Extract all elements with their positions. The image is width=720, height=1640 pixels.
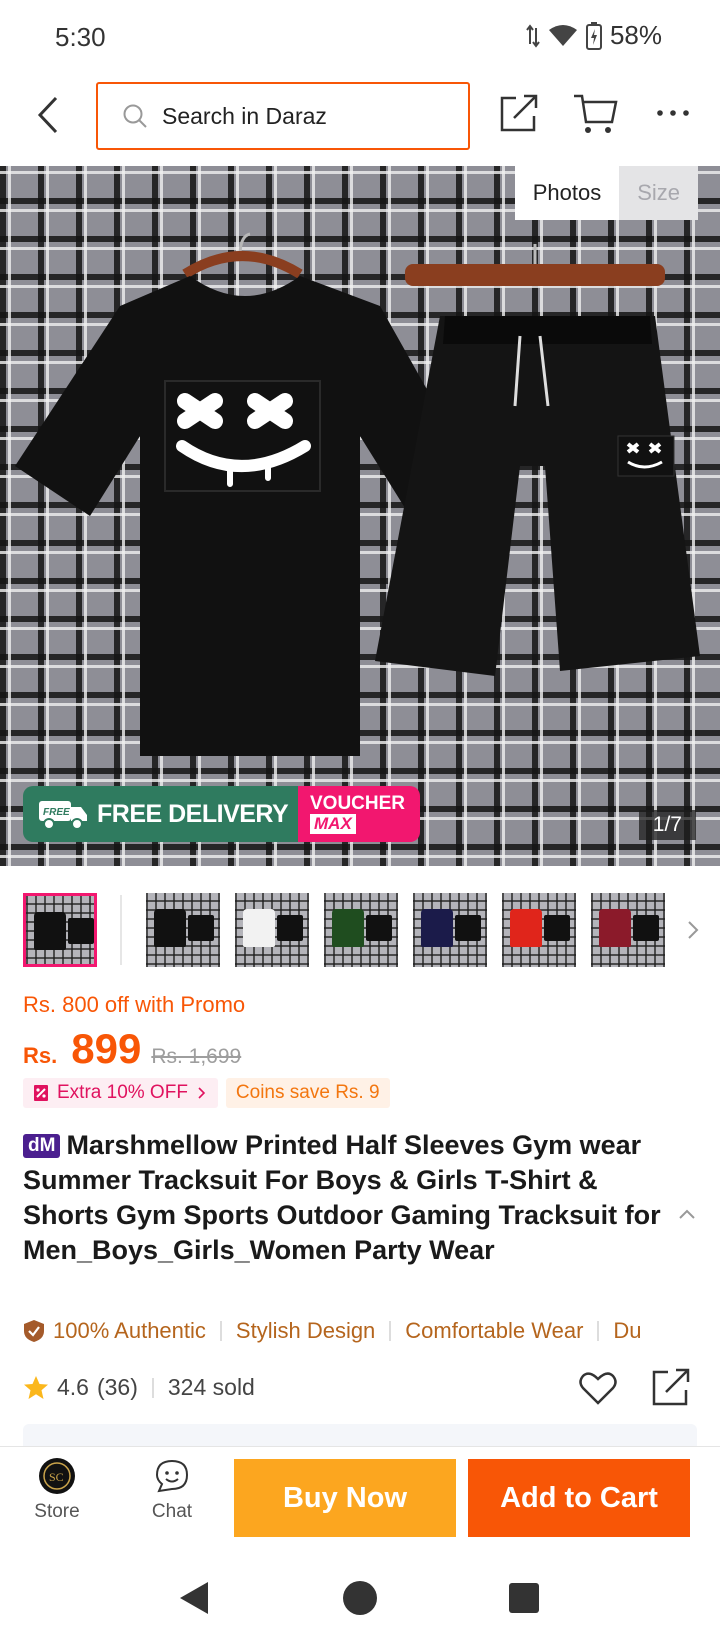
feature-item: 100% Authentic <box>53 1318 206 1343</box>
thumbnail-variant[interactable] <box>413 893 487 967</box>
price-currency: Rs. <box>23 1043 58 1068</box>
search-icon <box>123 104 147 128</box>
search-placeholder: Search in Daraz <box>162 102 327 129</box>
thumbnail-image[interactable] <box>23 893 97 967</box>
tab-size[interactable]: Size <box>619 166 698 220</box>
next-section-peek <box>23 1424 697 1446</box>
thumbnail-variant[interactable] <box>502 893 576 967</box>
more-options-icon[interactable] <box>650 90 696 136</box>
thumbnail-variant[interactable] <box>235 893 309 967</box>
top-header: Search in Daraz <box>0 78 720 152</box>
status-time: 5:30 <box>55 22 106 52</box>
share-icon[interactable] <box>496 90 542 136</box>
data-arrows-icon <box>526 23 540 48</box>
original-price: Rs. 1,699 <box>151 1045 242 1068</box>
coins-tag: Coins save Rs. 9 <box>225 1078 390 1108</box>
delivery-truck-icon: FREE <box>39 801 87 830</box>
system-nav-bar <box>0 1560 720 1640</box>
product-title: dM Marshmellow Printed Half Sleeves Gym w… <box>23 1128 663 1268</box>
product-title-text: Marshmellow Printed Half Sleeves Gym wea… <box>23 1130 661 1265</box>
voucher-max-label: MAX <box>310 814 356 834</box>
feature-item: Stylish Design <box>235 1318 376 1343</box>
rating-row[interactable]: 4.6 (36) 324 sold <box>23 1374 255 1401</box>
extra-off-tag[interactable]: Extra 10% OFF <box>23 1078 218 1108</box>
search-input[interactable]: Search in Daraz <box>96 82 470 150</box>
delivery-truck-icon-text: FREE <box>43 807 70 818</box>
wishlist-heart-icon[interactable] <box>578 1368 618 1408</box>
thumbnail-strip <box>23 892 703 968</box>
store-logo-icon: SC <box>39 1458 75 1494</box>
product-photo <box>15 232 700 756</box>
battery-percent: 58% <box>609 20 662 50</box>
feature-highlights: 100% Authentic Stylish Design Comfortabl… <box>23 1318 703 1344</box>
price-amount: 899 <box>71 1025 142 1072</box>
chat-button[interactable]: Chat <box>132 1457 212 1523</box>
tab-photos[interactable]: Photos <box>514 166 620 220</box>
battery-icon <box>585 21 602 50</box>
free-delivery-badge: FREE FREE DELIVERY <box>23 786 298 842</box>
voucher-label: VOUCHER <box>310 793 406 814</box>
chevron-right-icon <box>198 1087 206 1099</box>
status-bar: 5:30 58% <box>0 0 720 72</box>
price-block: Rs. 899 Rs. 1,699 <box>23 1025 241 1073</box>
wifi-icon <box>548 24 577 46</box>
sold-count: 324 sold <box>167 1374 255 1400</box>
thumbnail-divider <box>120 895 122 965</box>
store-button[interactable]: SC Store <box>17 1457 97 1523</box>
discount-tags: Extra 10% OFF Coins save Rs. 9 <box>23 1078 390 1108</box>
image-counter: 1/7 <box>638 810 696 840</box>
gallery-tabs: Photos Size <box>514 166 698 220</box>
cart-icon[interactable] <box>572 90 618 136</box>
free-delivery-text: FREE DELIVERY <box>97 799 289 828</box>
promo-text: Rs. 800 off with Promo <box>23 992 246 1017</box>
chevron-up-icon[interactable] <box>676 1206 698 1222</box>
rating-value: 4.6 <box>57 1374 89 1400</box>
add-to-cart-button[interactable]: Add to Cart <box>468 1459 690 1537</box>
chevron-right-icon[interactable] <box>683 916 703 944</box>
feature-item: Du <box>613 1318 642 1343</box>
nav-back-icon[interactable] <box>176 1578 212 1618</box>
store-label: Store <box>34 1501 80 1522</box>
product-image-gallery[interactable]: Photos Size FREE FREE DELIVERY VOUCHER M… <box>0 166 720 866</box>
back-arrow-icon[interactable] <box>30 92 70 138</box>
verified-shield-icon <box>24 1320 44 1342</box>
extra-off-label: Extra 10% OFF <box>57 1082 188 1103</box>
status-icons: 58% <box>526 20 662 51</box>
store-logo-text: SC <box>49 1470 64 1484</box>
brand-badge: dM <box>23 1134 61 1158</box>
feature-item: Comfortable Wear <box>405 1318 584 1343</box>
bottom-action-bar: SC Store Chat Buy Now Add to Cart <box>0 1446 720 1546</box>
thumbnail-variant[interactable] <box>591 893 665 967</box>
star-icon <box>24 1375 48 1399</box>
nav-recents-icon[interactable] <box>506 1578 542 1618</box>
coupon-icon <box>34 1085 48 1101</box>
voucher-max-badge: VOUCHER MAX <box>298 786 420 842</box>
share-icon[interactable] <box>650 1366 692 1408</box>
thumbnail-variant[interactable] <box>146 893 220 967</box>
review-count: (36) <box>96 1374 138 1400</box>
buy-now-button[interactable]: Buy Now <box>234 1459 456 1537</box>
chat-icon <box>155 1459 189 1493</box>
thumbnail-variant[interactable] <box>324 893 398 967</box>
nav-home-icon[interactable] <box>342 1578 378 1618</box>
chat-label: Chat <box>151 1501 193 1522</box>
